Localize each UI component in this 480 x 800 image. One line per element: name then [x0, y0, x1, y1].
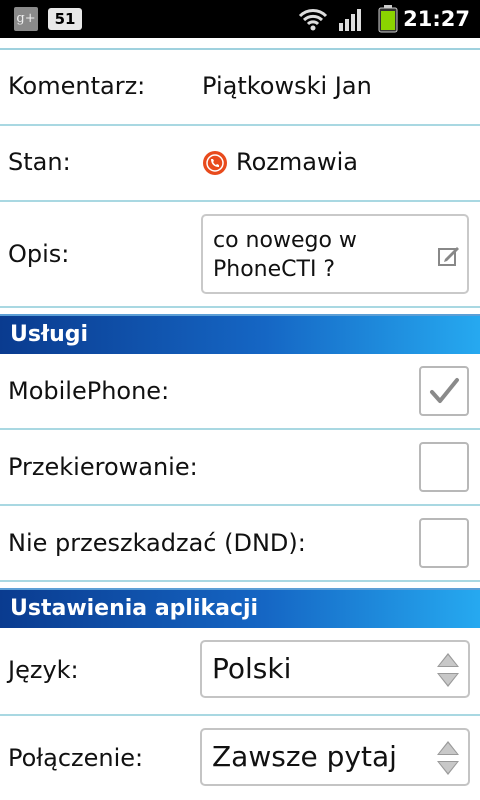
separator — [0, 580, 480, 582]
mobile-phone-row[interactable]: MobilePhone: — [0, 354, 480, 430]
status-bar: g+ 51 21:27 — [0, 0, 480, 38]
state-label: Stan: — [8, 148, 71, 176]
mobile-phone-checkbox[interactable] — [419, 366, 469, 416]
forwarding-label: Przekierowanie: — [8, 453, 198, 481]
wifi-icon — [298, 9, 328, 31]
description-field[interactable]: co nowego w PhoneCTI ? — [201, 214, 469, 294]
services-section-header: Usługi — [0, 316, 480, 354]
comment-label: Komentarz: — [8, 72, 146, 100]
description-text[interactable]: co nowego w PhoneCTI ? — [213, 226, 433, 284]
connection-row: Połączenie: Zawsze pytaj — [0, 716, 480, 800]
comment-row: Komentarz: Piątkowski Jan — [0, 50, 480, 124]
spinner-arrows-icon — [437, 653, 459, 687]
dnd-checkbox[interactable] — [419, 518, 469, 568]
state-row: Stan: Rozmawia — [0, 126, 480, 200]
dnd-row[interactable]: Nie przeszkadzać (DND): — [0, 506, 480, 582]
separator — [0, 306, 480, 308]
language-label: Język: — [8, 656, 79, 684]
clock: 21:27 — [403, 7, 470, 31]
checkmark-icon — [430, 378, 459, 403]
google-plus-icon: g+ — [14, 7, 38, 31]
state-value: Rozmawia — [236, 148, 358, 176]
settings-content[interactable]: Komentarz: Piątkowski Jan Stan: Rozmawia… — [0, 38, 480, 800]
app-settings-section-header: Ustawienia aplikacji — [0, 590, 480, 628]
forwarding-row[interactable]: Przekierowanie: — [0, 430, 480, 506]
signal-icon — [339, 9, 361, 31]
language-select[interactable]: Polski — [200, 640, 470, 698]
language-selected-value: Polski — [212, 652, 292, 685]
forwarding-checkbox[interactable] — [419, 442, 469, 492]
language-row: Język: Polski — [0, 628, 480, 714]
mobile-phone-label: MobilePhone: — [8, 377, 170, 405]
description-label: Opis: — [8, 240, 70, 268]
connection-label: Połączenie: — [8, 744, 144, 772]
dnd-label: Nie przeszkadzać (DND): — [8, 529, 306, 557]
comment-value: Piątkowski Jan — [202, 72, 372, 100]
connection-selected-value: Zawsze pytaj — [212, 740, 397, 773]
battery-icon — [378, 5, 398, 33]
connection-select[interactable]: Zawsze pytaj — [200, 728, 470, 786]
notification-count-badge: 51 — [48, 8, 82, 30]
talking-status-icon — [203, 151, 227, 175]
spinner-arrows-icon — [437, 741, 459, 775]
edit-icon — [438, 247, 459, 266]
